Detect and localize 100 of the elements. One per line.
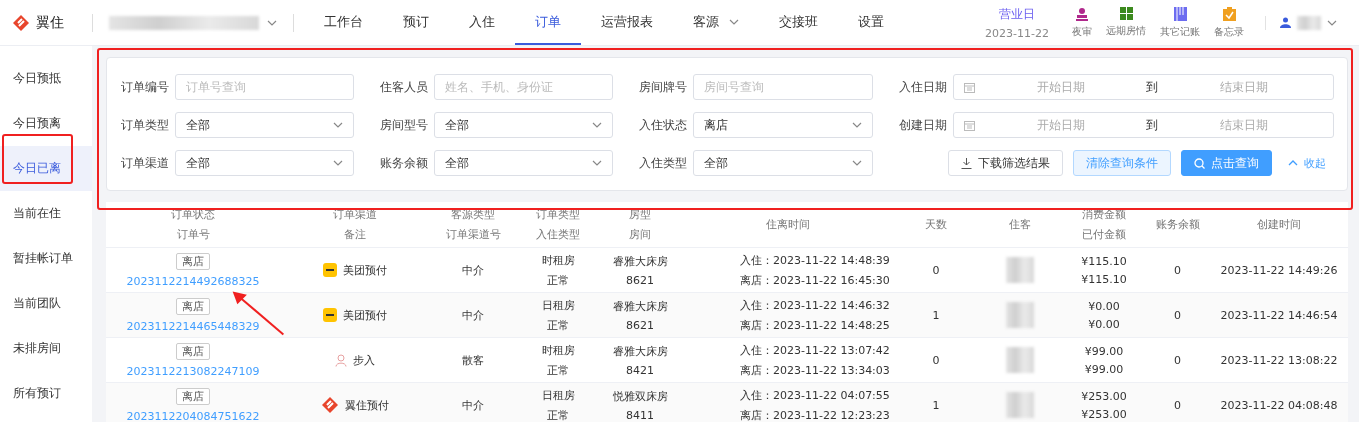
table-cell: 0 (932, 353, 940, 367)
filter-label: 房间牌号 (639, 78, 688, 96)
column-header: 订单渠道号 (445, 227, 501, 242)
column-header: 订单号 (176, 227, 210, 242)
select-field[interactable]: 全部 (175, 112, 354, 138)
table-cell: 离店：2023-11-22 12:23:23 (740, 407, 890, 422)
status-tag: 离店 (176, 297, 210, 315)
select-field[interactable]: 离店 (693, 112, 873, 138)
input-field[interactable]: 房间号查询 (693, 74, 873, 100)
nav-tab[interactable]: 工作台 (304, 0, 383, 45)
clipboard-icon (1222, 6, 1236, 21)
table-cell: 中介 (462, 307, 484, 323)
date-range-field[interactable]: 开始日期 到 结束日期 (953, 74, 1334, 100)
filter-label: 房间型号 (380, 116, 429, 134)
table-cell: 正常 (547, 272, 569, 288)
table-cell: ¥115.10 (1081, 254, 1127, 268)
table-cell: 入住：2023-11-22 13:07:42 (740, 342, 890, 358)
table-cell: 中介 (462, 397, 484, 413)
table-cell: ¥253.00 (1081, 389, 1127, 403)
nav-tab[interactable]: 预订 (383, 0, 449, 45)
table-cell: 0 (1174, 398, 1181, 412)
status-tag: 离店 (176, 387, 210, 405)
nav-tab[interactable]: 入住 (449, 0, 515, 45)
sidebar-item[interactable]: 今日已离 (0, 146, 92, 191)
input-field[interactable]: 订单号查询 (175, 74, 354, 100)
search-icon (1194, 157, 1205, 169)
table-cell: 时租房 (541, 342, 575, 358)
table-cell: ¥0.00 (1088, 299, 1120, 313)
table-cell: 0 (1174, 308, 1181, 322)
table-cell: 睿雅大床房 (612, 253, 668, 269)
toolbar-button[interactable]: 远期房情 (1099, 7, 1153, 38)
nav-tab[interactable]: 设置 (838, 0, 904, 45)
table-cell: ¥99.00 (1084, 344, 1124, 358)
table-cell: 正常 (547, 362, 569, 378)
select-field[interactable]: 全部 (175, 150, 354, 176)
table-cell: 美团预付 (343, 307, 387, 323)
table-cell: 2023-11-22 14:46:54 (1220, 308, 1338, 322)
table-cell: 8621 (626, 273, 654, 287)
blurred-guest-name (1006, 392, 1034, 418)
select-field[interactable]: 全部 (693, 150, 873, 176)
table-cell: 睿雅大床房 (612, 298, 668, 314)
column-header: 住离时间 (765, 217, 810, 232)
date-range-field[interactable]: 开始日期 到 结束日期 (953, 112, 1334, 138)
chevron-down-icon (592, 160, 602, 166)
delivery-badge-icon (323, 263, 337, 277)
table-cell: ¥115.10 (1081, 272, 1127, 286)
table-cell: 入住：2023-11-22 04:07:55 (740, 387, 890, 403)
table-cell: 入住：2023-11-22 14:48:39 (740, 252, 890, 268)
table-cell: 离店：2023-11-22 13:34:03 (740, 362, 890, 378)
toolbar-button[interactable]: 夜审 (1065, 6, 1099, 39)
toolbar-button[interactable]: 备忘录 (1207, 6, 1251, 39)
table-cell: 日租房 (541, 297, 575, 313)
filter-label: 入住状态 (639, 116, 688, 134)
column-header: 消费金额 (1082, 207, 1126, 222)
filter-label: 入住日期 (899, 78, 948, 96)
column-header: 账务余额 (1155, 217, 1200, 232)
table-cell: 正常 (547, 407, 569, 422)
app-name: 翼住 (36, 13, 64, 32)
nav-tab[interactable]: 交接班 (759, 0, 838, 45)
table-cell: 0 (1174, 353, 1181, 367)
chevron-down-icon (852, 160, 862, 166)
blurred-user-name (1297, 15, 1321, 30)
table-cell: 步入 (353, 352, 375, 368)
input-field[interactable]: 姓名、手机、身份证 (434, 74, 613, 100)
table-cell: 中介 (462, 262, 484, 278)
table-cell: 2023-11-22 13:08:22 (1220, 353, 1338, 367)
nav-tab[interactable]: 运营报表 (581, 0, 673, 45)
status-tag: 离店 (176, 342, 210, 360)
nav-tab[interactable]: 客源 (673, 0, 759, 45)
brand-logo-icon (321, 396, 339, 414)
table-cell: ¥99.00 (1084, 362, 1124, 376)
filter-label: 住客人员 (380, 78, 429, 96)
table-cell: 1 (932, 308, 940, 322)
table-cell: 8621 (626, 318, 654, 332)
column-header: 已付金额 (1082, 227, 1126, 242)
table-cell: 睿雅大床房 (612, 343, 668, 359)
highlight-frame (2, 134, 73, 184)
person-icon (335, 353, 347, 367)
table-cell: 入住：2023-11-22 14:46:32 (740, 297, 890, 313)
column-header: 备注 (344, 227, 366, 242)
filter-label: 入住类型 (639, 154, 688, 172)
filter-label: 创建日期 (899, 116, 948, 134)
table-cell: 8421 (626, 363, 654, 377)
calendar-icon (964, 119, 975, 131)
table-cell: 0 (932, 263, 940, 277)
table-cell: 美团预付 (343, 262, 387, 278)
toolbar-button[interactable]: 其它记账 (1153, 6, 1207, 39)
select-field[interactable]: 全部 (434, 150, 613, 176)
table-cell: 离店：2023-11-22 16:45:30 (740, 272, 890, 288)
download-icon (961, 157, 972, 169)
table-cell: 翼住预付 (345, 397, 389, 413)
table-cell: 散客 (462, 352, 484, 368)
chevron-down-icon (333, 160, 343, 166)
nav-tab[interactable]: 订单 (515, 0, 581, 45)
select-field[interactable]: 全部 (434, 112, 613, 138)
table-cell: 8411 (626, 408, 654, 422)
download-button[interactable]: 下载筛选结果 (948, 150, 1063, 176)
calendar-icon (964, 81, 975, 93)
business-day-label: 营业日 (999, 5, 1036, 23)
table-cell: ¥253.00 (1081, 407, 1127, 421)
